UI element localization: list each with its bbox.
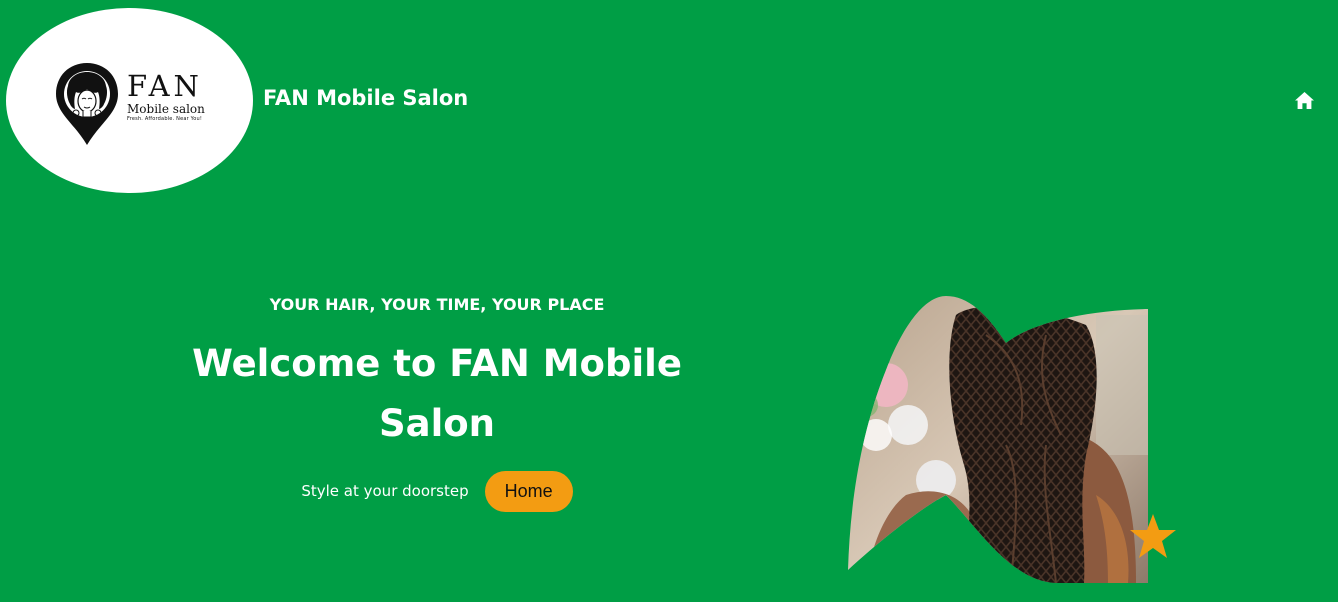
star-icon: [1130, 514, 1176, 558]
hero-eyebrow: YOUR HAIR, YOUR TIME, YOUR PLACE: [269, 295, 605, 314]
home-icon[interactable]: [1294, 91, 1315, 110]
logo-wordmark: FAN Mobile salon Fresh. Affordable. Near…: [127, 72, 205, 123]
braided-hair-photo: [848, 296, 1148, 583]
logo-name: FAN: [127, 69, 203, 103]
logo-subtitle: Mobile salon: [127, 102, 205, 116]
hero-tagline: Style at your doorstep: [301, 482, 469, 500]
home-button[interactable]: Home: [484, 470, 573, 512]
site-logo[interactable]: FAN Mobile salon Fresh. Affordable. Near…: [6, 8, 253, 193]
afro-woman-location-pin-icon: [56, 63, 118, 145]
logo-tagline: Fresh. Affordable. Near You!: [127, 116, 203, 122]
hero-section: YOUR HAIR, YOUR TIME, YOUR PLACE Welcome…: [177, 292, 697, 512]
site-title[interactable]: FAN Mobile Salon: [263, 86, 468, 110]
hero-heading: Welcome to FAN Mobile Salon: [192, 342, 682, 445]
hero-cta-row: Style at your doorstep Home: [177, 470, 697, 512]
